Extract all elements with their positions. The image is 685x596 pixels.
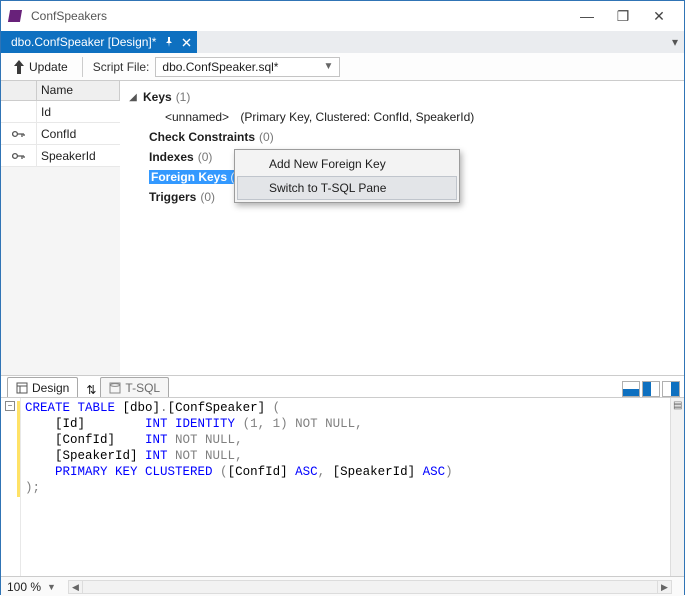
- tree-node-label: Triggers: [149, 190, 196, 204]
- tree-node-label: Indexes: [149, 150, 194, 164]
- context-menu: Add New Foreign Key Switch to T-SQL Pane: [234, 149, 460, 203]
- separator: [82, 57, 83, 77]
- row-icon-cell: [1, 101, 37, 122]
- pane-tabs-bar: Design ⇅ T-SQL: [1, 376, 684, 398]
- window-title: ConfSpeakers: [31, 9, 570, 23]
- tree-node-label: Keys: [143, 90, 172, 104]
- tree-node-count: (0): [200, 190, 215, 204]
- overview-ruler: ▤: [670, 398, 684, 576]
- tree-node-count: (0): [198, 150, 213, 164]
- document-tab-well: dbo.ConfSpeaker [Design]* ▾: [1, 31, 684, 53]
- restore-button[interactable]: ❐: [606, 4, 640, 28]
- column-name: ConfId: [37, 127, 120, 141]
- close-button[interactable]: ✕: [642, 4, 676, 28]
- tsql-code-pane[interactable]: − CREATE TABLE [dbo].[ConfSpeaker] ( [Id…: [1, 398, 684, 576]
- tree-node-count: (0): [259, 130, 274, 144]
- tree-node-keys[interactable]: ◢ Keys (1): [123, 87, 678, 107]
- code-text[interactable]: CREATE TABLE [dbo].[ConfSpeaker] ( [Id] …: [21, 398, 670, 576]
- document-tab[interactable]: dbo.ConfSpeaker [Design]*: [1, 31, 197, 53]
- split-editor-icon[interactable]: ▤: [673, 400, 682, 411]
- column-row[interactable]: ConfId: [1, 123, 120, 145]
- expand-icon[interactable]: ◢: [127, 92, 139, 103]
- primary-key-icon: [12, 129, 26, 139]
- layout-buttons: [622, 381, 684, 397]
- column-row[interactable]: SpeakerId: [1, 145, 120, 167]
- close-tab-icon[interactable]: [182, 38, 191, 47]
- tab-design[interactable]: Design: [7, 377, 78, 397]
- document-tab-label: dbo.ConfSpeaker [Design]*: [11, 35, 156, 49]
- tab-dropdown-icon[interactable]: ▾: [672, 35, 678, 49]
- tree-key-entry[interactable]: <unnamed> (Primary Key, Clustered: ConfI…: [123, 107, 678, 127]
- update-button[interactable]: Update: [9, 58, 72, 76]
- zoom-level[interactable]: 100 %: [7, 580, 41, 594]
- script-file-value: dbo.ConfSpeaker.sql*: [162, 60, 278, 74]
- script-file-dropdown[interactable]: dbo.ConfSpeaker.sql* ▼: [155, 57, 340, 77]
- design-tab-icon: [16, 382, 28, 394]
- title-bar: ConfSpeakers — ❐ ✕: [1, 1, 684, 31]
- tab-tsql-label: T-SQL: [125, 381, 160, 395]
- grid-blank-area: [1, 167, 120, 375]
- row-icon-cell: [1, 123, 37, 144]
- layout-split-button[interactable]: [642, 381, 660, 397]
- minimize-button[interactable]: —: [570, 4, 604, 28]
- designer-toolbar: Update Script File: dbo.ConfSpeaker.sql*…: [1, 53, 684, 81]
- layout-top-button[interactable]: [622, 381, 640, 397]
- script-file-label: Script File:: [93, 60, 150, 74]
- scroll-right-icon[interactable]: ▶: [657, 581, 671, 593]
- update-label: Update: [29, 60, 68, 74]
- schema-tree: ◢ Keys (1) <unnamed> (Primary Key, Clust…: [121, 81, 684, 375]
- fold-toggle-icon[interactable]: −: [5, 401, 15, 411]
- vs-logo-icon: [9, 8, 25, 24]
- layout-right-button[interactable]: [662, 381, 680, 397]
- tab-tsql[interactable]: T-SQL: [100, 377, 169, 397]
- change-marker: [17, 401, 20, 497]
- row-icon-cell: [1, 145, 37, 166]
- horizontal-scrollbar[interactable]: ◀ ▶: [68, 580, 672, 594]
- primary-key-icon: [12, 151, 26, 161]
- key-entry-detail: (Primary Key, Clustered: ConfId, Speaker…: [240, 110, 474, 124]
- grid-name-header: Name: [37, 81, 120, 100]
- table-designer-pane: Name Id ConfId SpeakerId ◢: [1, 81, 684, 376]
- chevron-down-icon: ▼: [323, 61, 333, 72]
- zoom-chevron-icon[interactable]: ▼: [47, 582, 56, 592]
- pin-icon[interactable]: [164, 37, 174, 47]
- column-name: Id: [37, 105, 120, 119]
- ctx-add-foreign-key[interactable]: Add New Foreign Key: [237, 152, 457, 176]
- scroll-left-icon[interactable]: ◀: [69, 581, 83, 593]
- update-arrow-icon: [13, 60, 25, 74]
- columns-grid: Name Id ConfId SpeakerId: [1, 81, 121, 375]
- swap-panes-icon[interactable]: ⇅: [82, 383, 100, 397]
- column-row[interactable]: Id: [1, 101, 120, 123]
- tree-node-check-constraints[interactable]: Check Constraints (0): [123, 127, 678, 147]
- column-name: SpeakerId: [37, 149, 120, 163]
- ctx-switch-tsql-pane[interactable]: Switch to T-SQL Pane: [237, 176, 457, 200]
- tsql-tab-icon: [109, 382, 121, 394]
- status-bar: 100 % ▼ ◀ ▶: [1, 576, 684, 596]
- tree-node-label: Check Constraints: [149, 130, 255, 144]
- tab-design-label: Design: [32, 381, 69, 395]
- key-entry-name: <unnamed>: [165, 110, 229, 124]
- tree-node-count: (1): [176, 90, 191, 104]
- tree-node-label: Foreign Keys: [151, 170, 227, 184]
- code-gutter: −: [1, 398, 21, 576]
- grid-gutter-header: [1, 81, 37, 100]
